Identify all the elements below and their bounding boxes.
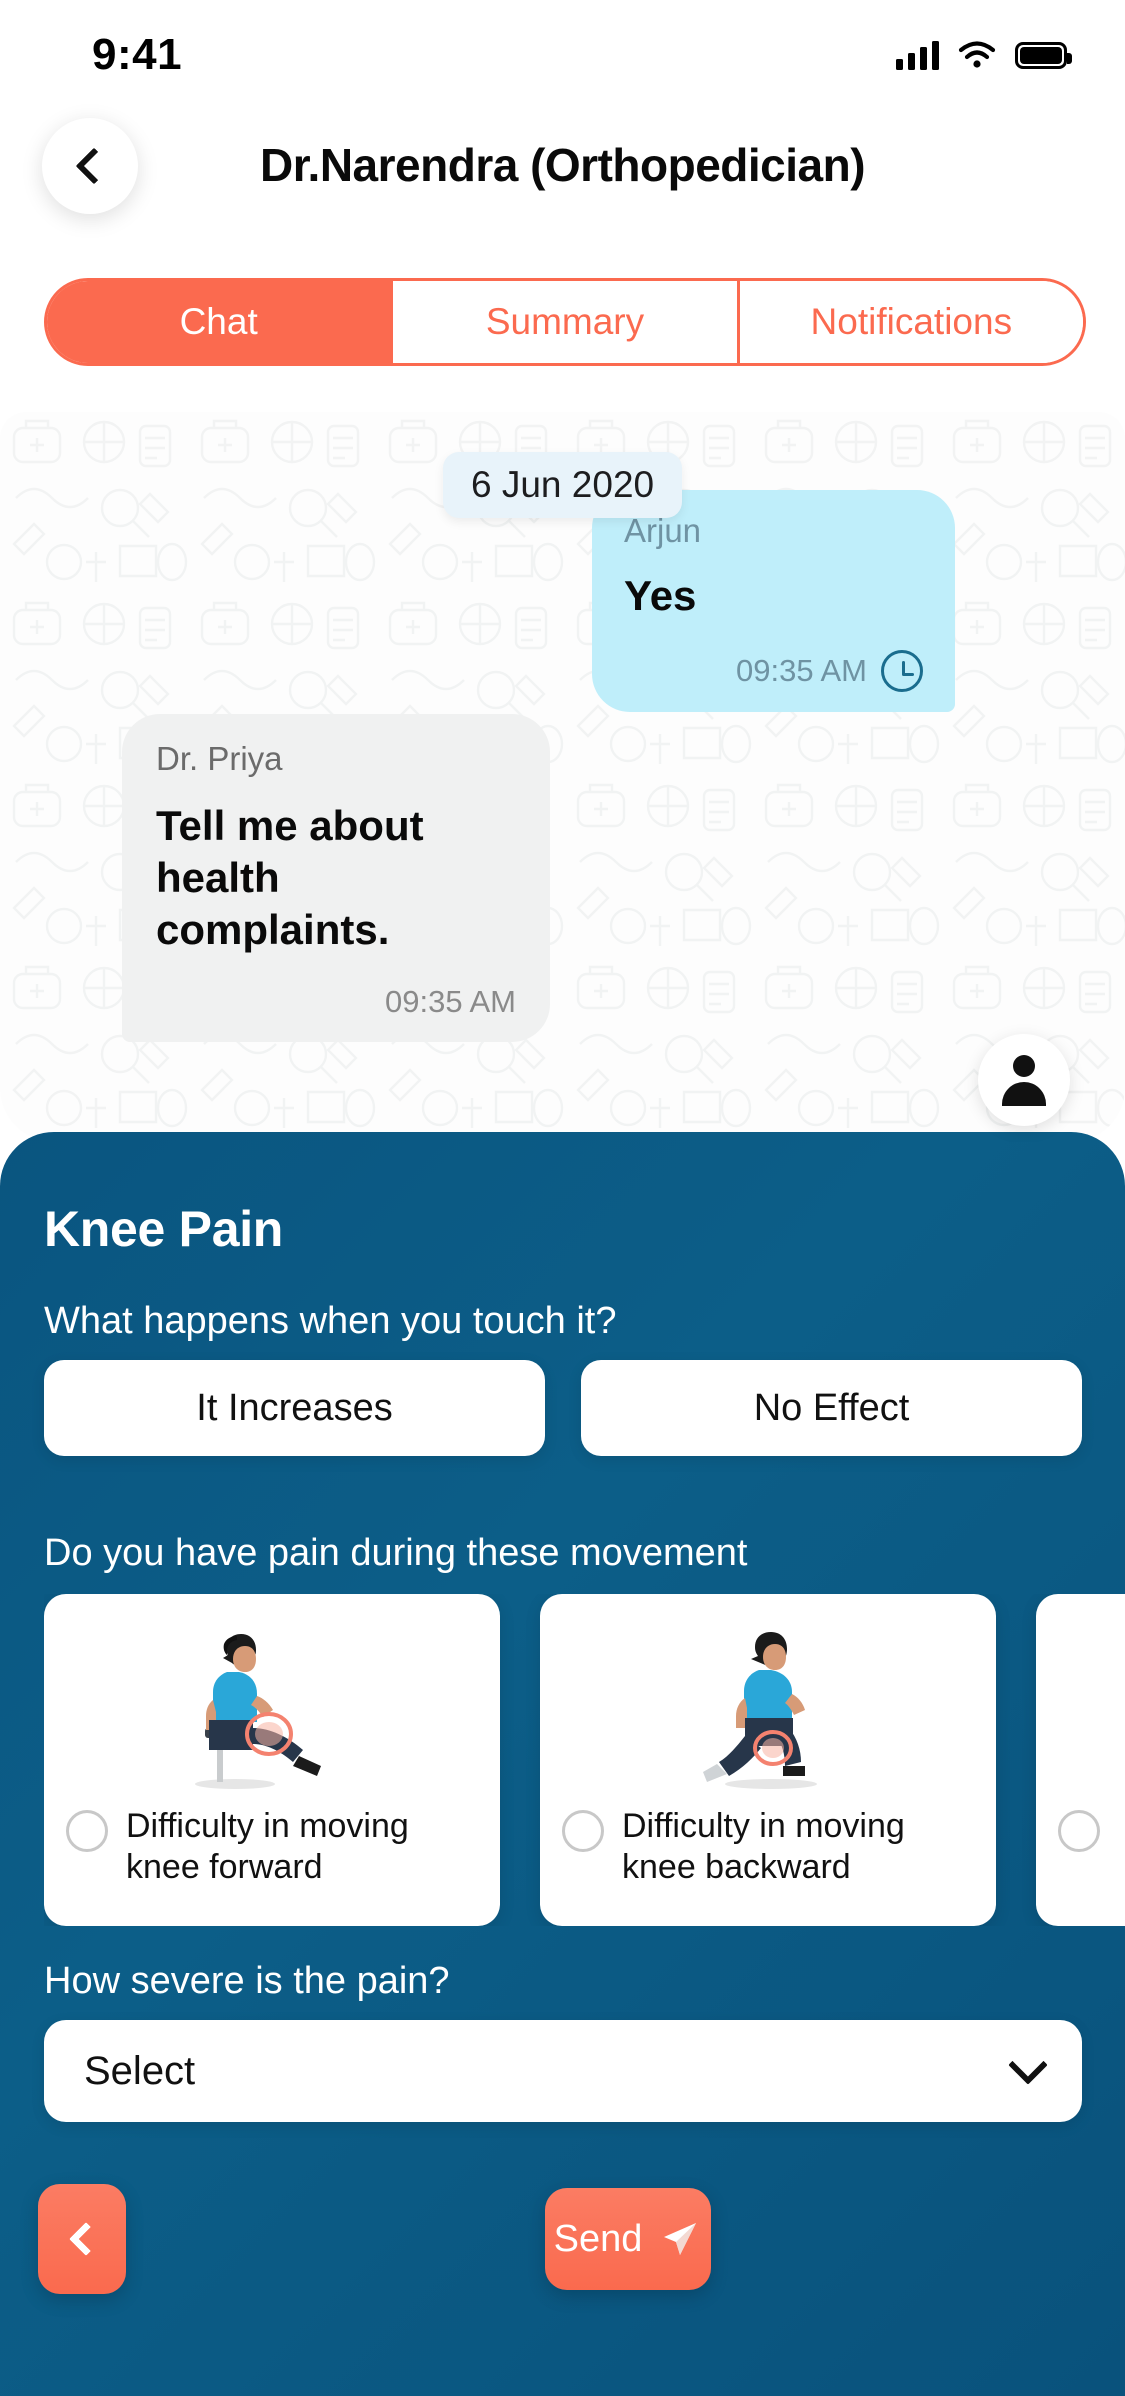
message-text: Yes xyxy=(624,572,697,619)
page-title: Dr.Narendra (Orthopedician) xyxy=(259,139,866,191)
movement-card-next-partial[interactable] xyxy=(1036,1594,1125,1926)
radio-difficulty-knee-backward[interactable] xyxy=(562,1810,604,1852)
symptom-form-panel: Knee Pain What happens when you touch it… xyxy=(0,1132,1125,2396)
message-time: 09:35 AM xyxy=(736,653,867,688)
message-meta: 09:35 AM xyxy=(624,650,923,692)
severity-select[interactable]: Select xyxy=(44,2020,1082,2122)
battery-full-icon xyxy=(1015,41,1072,69)
wifi-icon xyxy=(958,41,996,68)
status-indicators xyxy=(896,40,1072,70)
option-no-effect[interactable]: No Effect xyxy=(581,1360,1082,1456)
chat-message-outgoing[interactable]: Arjun Yes 09:35 AM xyxy=(592,490,955,712)
send-button-label: Send xyxy=(553,2217,643,2260)
movement-cards-scroller[interactable]: Difficulty in moving knee forward Diffic… xyxy=(44,1594,1125,1926)
question-severity-label: How severe is the pain? xyxy=(44,1960,450,2002)
movement-card-footer: Difficulty in moving knee backward xyxy=(562,1806,974,1889)
radio-difficulty-next[interactable] xyxy=(1058,1810,1100,1852)
chevron-down-icon xyxy=(1008,2045,1048,2085)
app-header: Dr.Narendra (Orthopedician) xyxy=(0,118,1125,238)
form-title: Knee Pain xyxy=(44,1201,284,1257)
footer-back-button[interactable] xyxy=(38,2184,126,2294)
cellular-signal-icon xyxy=(896,40,939,70)
send-button[interactable]: Send xyxy=(545,2188,711,2290)
message-time: 09:35 AM xyxy=(385,984,516,1020)
tab-notifications[interactable]: Notifications xyxy=(739,281,1083,363)
movement-card-label: Difficulty in moving knee backward xyxy=(622,1807,905,1887)
app-screen: 9:41 Dr.Narendra (Orthopedician) Chat Su… xyxy=(0,0,1125,2396)
movement-card-backward[interactable]: Difficulty in moving knee backward xyxy=(540,1594,996,1926)
question-movement-label: Do you have pain during these movement xyxy=(44,1532,748,1574)
tab-bar: Chat Summary Notifications xyxy=(44,278,1086,366)
paper-plane-icon xyxy=(664,2223,697,2255)
touch-options-group: It Increases No Effect xyxy=(44,1360,1082,1456)
question-touch-label: What happens when you touch it? xyxy=(44,1300,617,1342)
chevron-left-icon xyxy=(69,2222,103,2256)
movement-card-footer xyxy=(1058,1806,1125,1852)
avatar-user xyxy=(978,1034,1070,1126)
seated-knee-extension-illustration xyxy=(66,1610,478,1792)
third-card-partial xyxy=(1058,1610,1125,1792)
kneeling-lunge-illustration xyxy=(562,1610,974,1792)
movement-card-forward[interactable]: Difficulty in moving knee forward xyxy=(44,1594,500,1926)
status-time: 9:41 xyxy=(92,30,183,79)
message-meta: 09:35 AM xyxy=(156,984,516,1020)
tab-chat[interactable]: Chat xyxy=(47,281,394,363)
chat-message-incoming[interactable]: Dr. Priya Tell me about health complaint… xyxy=(122,714,550,1043)
severity-select-value: Select xyxy=(84,2048,196,2093)
status-bar: 9:41 xyxy=(0,0,1125,110)
user-avatar-icon xyxy=(997,1053,1051,1107)
message-sender-name: Dr. Priya xyxy=(156,740,283,777)
chat-date-divider: 6 Jun 2020 xyxy=(443,452,683,518)
option-it-increases[interactable]: It Increases xyxy=(44,1360,545,1456)
message-text: Tell me about health complaints. xyxy=(156,802,424,954)
tab-summary[interactable]: Summary xyxy=(393,281,740,363)
movement-card-label: Difficulty in moving knee forward xyxy=(126,1807,409,1887)
movement-card-footer: Difficulty in moving knee forward xyxy=(66,1806,478,1889)
clock-pending-icon xyxy=(881,650,923,692)
chat-panel[interactable]: 6 Jun 2020 Arjun Yes 09:35 AM Dr. Priya … xyxy=(0,412,1125,1142)
radio-difficulty-knee-forward[interactable] xyxy=(66,1810,108,1852)
